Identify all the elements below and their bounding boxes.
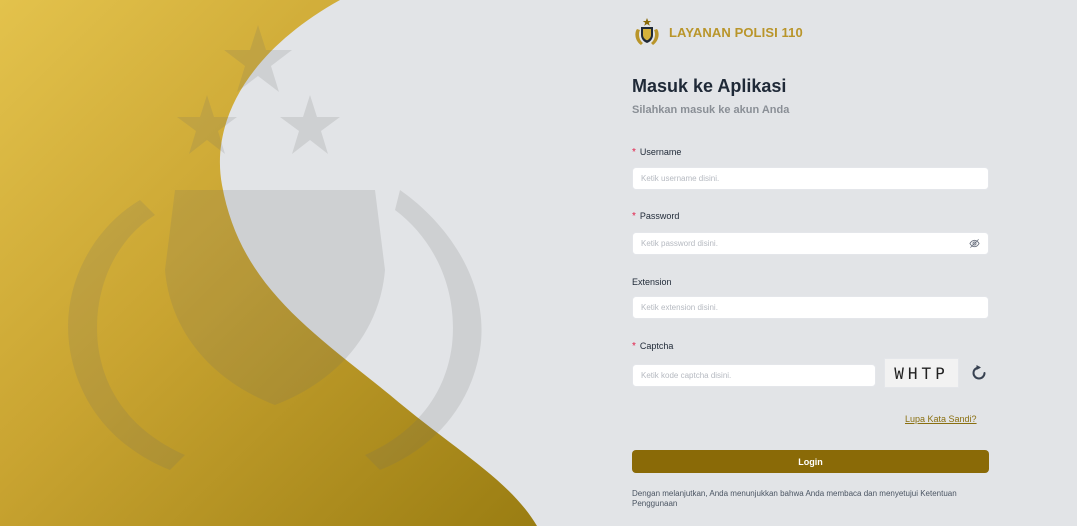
username-label-text: Username	[639, 147, 682, 157]
eye-off-icon[interactable]	[969, 238, 980, 249]
brand-name: LAYANAN POLISI 110	[669, 24, 803, 40]
captcha-input[interactable]: Ketik kode captcha disini.	[632, 364, 876, 387]
terms-text: Dengan melanjutkan, Anda menunjukkan bah…	[632, 489, 957, 508]
username-placeholder: Ketik username disini.	[641, 174, 720, 183]
password-placeholder: Ketik password disini.	[641, 239, 718, 248]
required-mark: *	[632, 341, 636, 352]
refresh-icon[interactable]	[970, 364, 988, 382]
brand-header: LAYANAN POLISI 110	[632, 17, 803, 47]
required-mark: *	[632, 147, 636, 158]
password-input[interactable]: Ketik password disini.	[632, 232, 989, 255]
captcha-label: * Captcha	[632, 341, 673, 352]
forgot-password-link[interactable]: Lupa Kata Sandi?	[905, 414, 977, 424]
extension-label: Extension	[632, 277, 672, 287]
captcha-label-text: Captcha	[639, 341, 674, 351]
captcha-code: WHTP	[884, 358, 959, 388]
page-title: Masuk ke Aplikasi	[632, 76, 787, 96]
extension-label-text: Extension	[632, 277, 672, 287]
login-panel: LAYANAN POLISI 110 Masuk ke Aplikasi Sil…	[632, 0, 990, 526]
page-subtitle: Silahkan masuk ke akun Anda	[632, 104, 790, 116]
captcha-placeholder: Ketik kode captcha disini.	[641, 371, 732, 380]
login-button[interactable]: Login	[632, 450, 989, 473]
username-label: * Username	[632, 147, 681, 158]
username-input[interactable]: Ketik username disini.	[632, 167, 989, 190]
password-label: * Password	[632, 211, 679, 222]
police-emblem-icon	[635, 18, 659, 45]
required-mark: *	[632, 211, 636, 222]
password-label-text: Password	[639, 211, 680, 221]
extension-input[interactable]: Ketik extension disini.	[632, 296, 989, 319]
extension-placeholder: Ketik extension disini.	[641, 303, 718, 312]
